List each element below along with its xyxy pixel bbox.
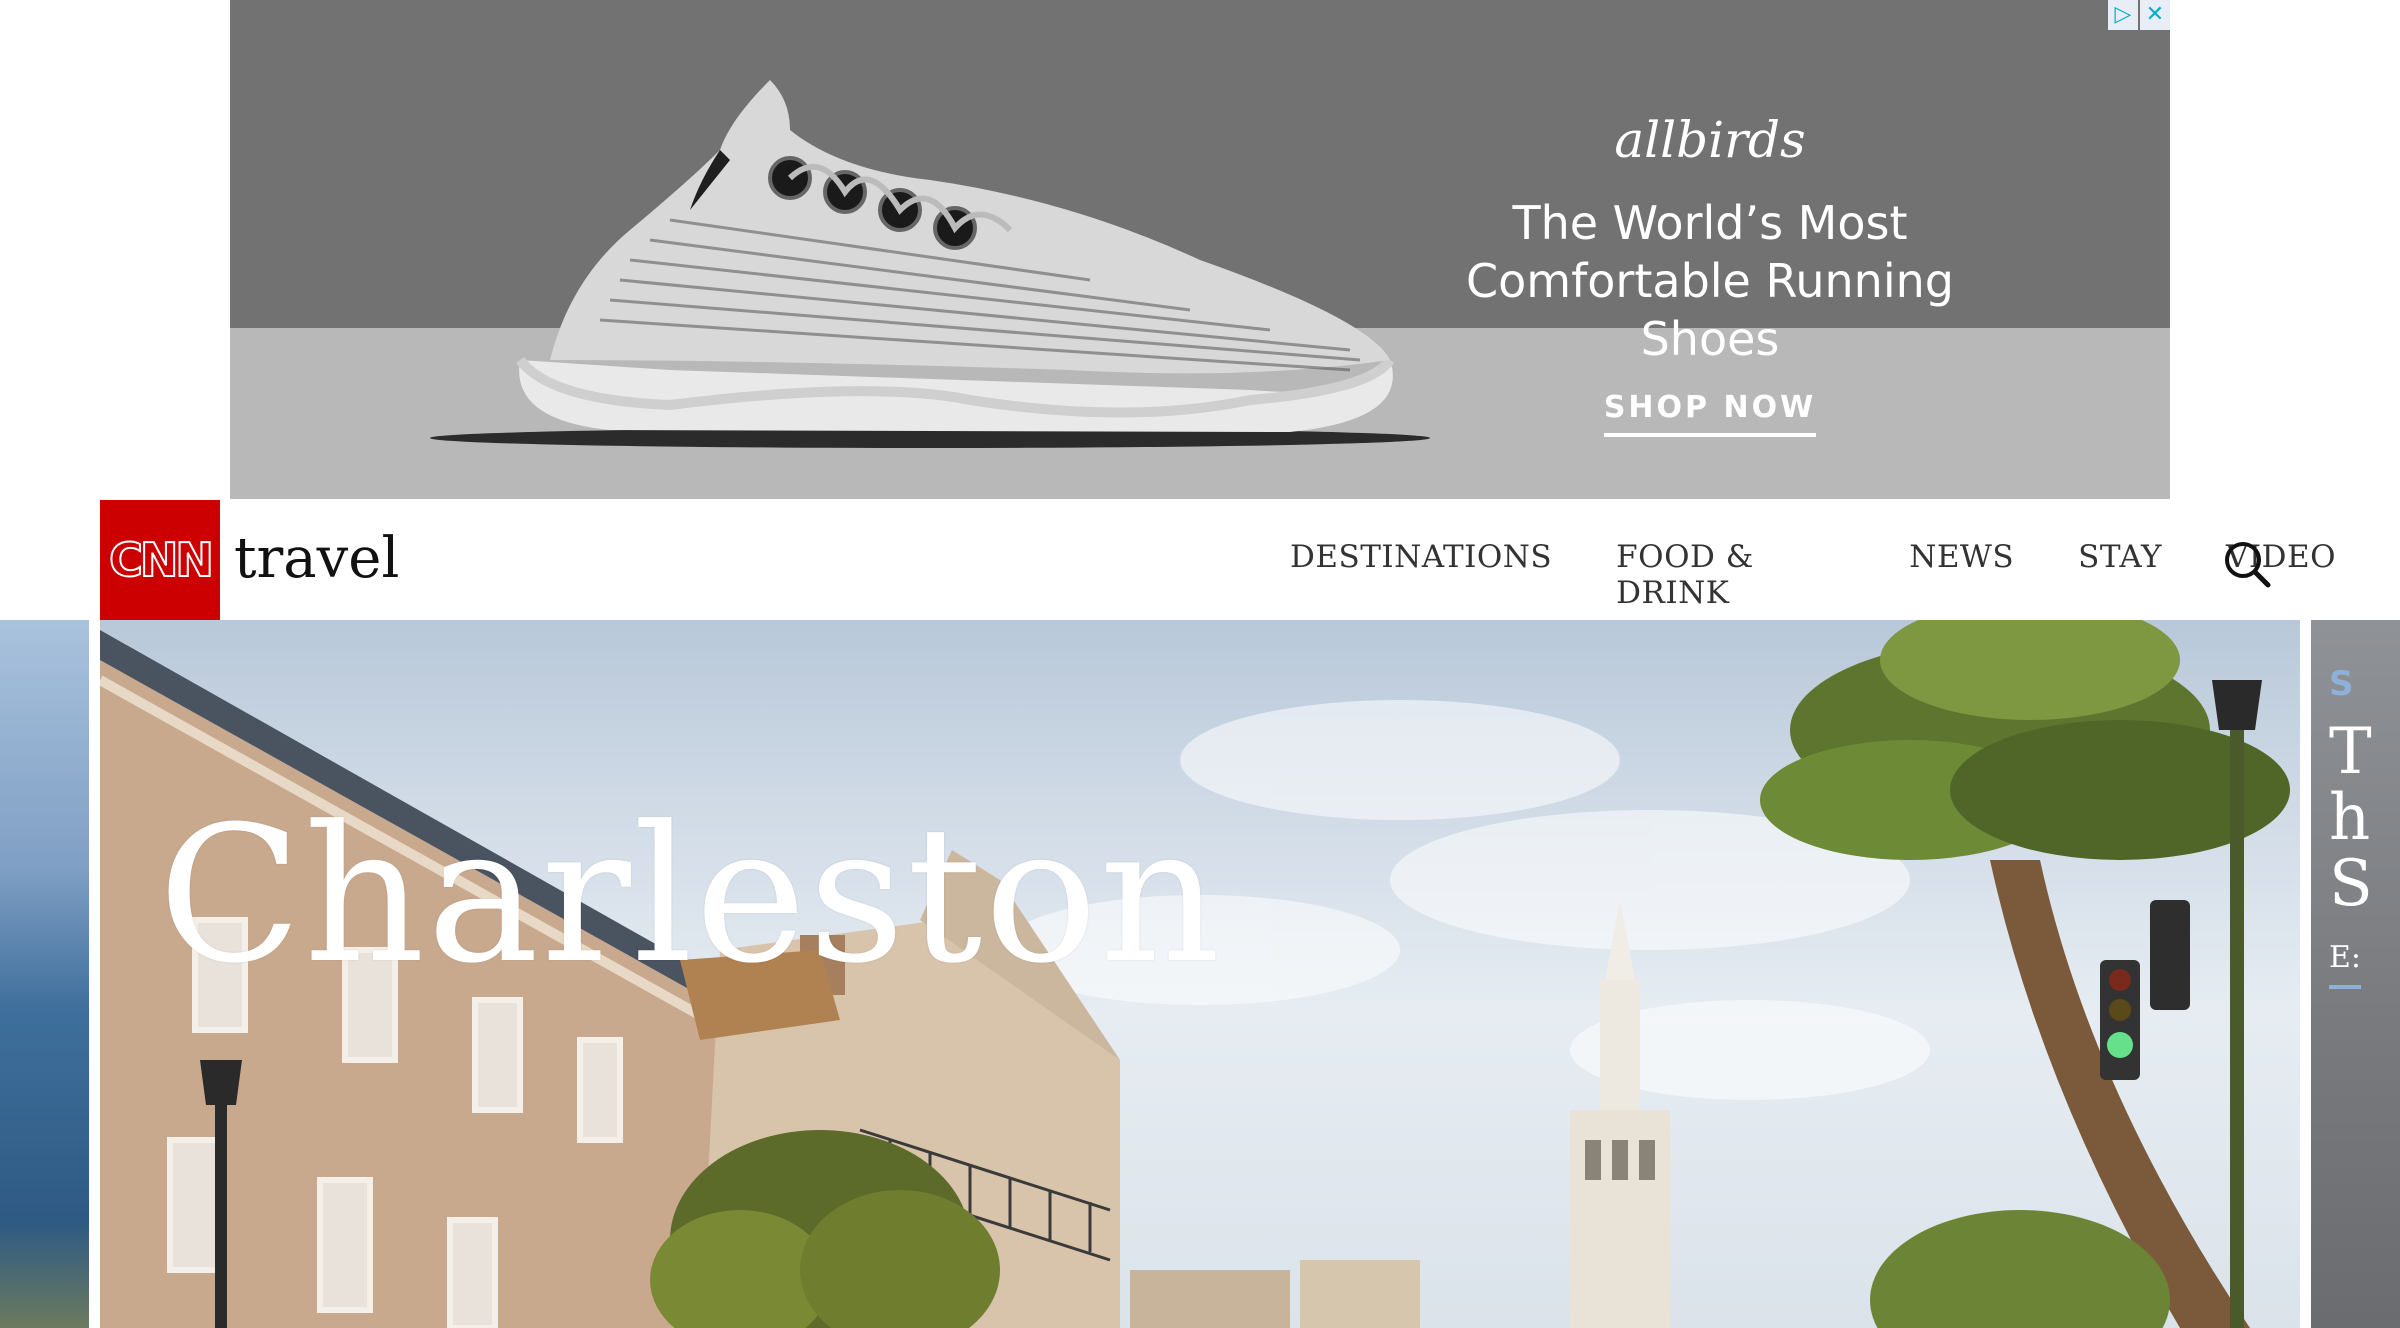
previous-slide-peek[interactable] — [0, 620, 89, 1328]
nav-item-destinations[interactable]: DESTINATIONS — [1290, 539, 1552, 611]
ad-headline: The World’s Most Comfortable Running Sho… — [1400, 194, 2020, 368]
next-slide-label: S — [2329, 664, 2354, 704]
next-slide-title-line3: S — [2329, 847, 2373, 921]
ad-brand-logo: allbirds — [1614, 111, 1806, 169]
advertisement-banner[interactable]: allbirds The World’s Most Comfortable Ru… — [230, 0, 2170, 499]
ad-headline-line2: Comfortable Running Shoes — [1466, 254, 1954, 366]
shop-now-button[interactable]: SHOP NOW — [1603, 390, 1817, 437]
nav-item-stay[interactable]: STAY — [2078, 539, 2162, 611]
hero-title: Charleston — [158, 785, 1223, 1005]
adchoices-icon[interactable]: ▷ — [2108, 0, 2138, 30]
close-icon[interactable]: ✕ — [2140, 0, 2170, 30]
nav-item-food-drink[interactable]: FOOD & DRINK — [1616, 539, 1845, 611]
nav-item-news[interactable]: NEWS — [1909, 539, 2014, 611]
running-shoe-image — [430, 80, 1430, 448]
site-header: CNN travel DESTINATIONS FOOD & DRINK NEW… — [0, 499, 2400, 620]
cnn-logo-text: CNN — [108, 532, 215, 588]
ad-copy: allbirds The World’s Most Comfortable Ru… — [1400, 100, 2020, 437]
next-slide-explore-link[interactable]: E: — [2329, 940, 2362, 989]
section-title[interactable]: travel — [234, 529, 399, 589]
ad-headline-line1: The World’s Most — [1512, 196, 1908, 250]
hero-slide[interactable]: Charleston — [100, 620, 2300, 1328]
cnn-logo[interactable]: CNN — [100, 500, 220, 620]
next-slide-title-line1: T — [2329, 715, 2372, 789]
search-icon[interactable] — [2222, 539, 2272, 589]
next-slide-title-line2: h — [2329, 781, 2371, 855]
next-slide-peek[interactable]: S T h S E: — [2311, 620, 2400, 1328]
ad-controls: ▷ ✕ — [2108, 0, 2170, 30]
